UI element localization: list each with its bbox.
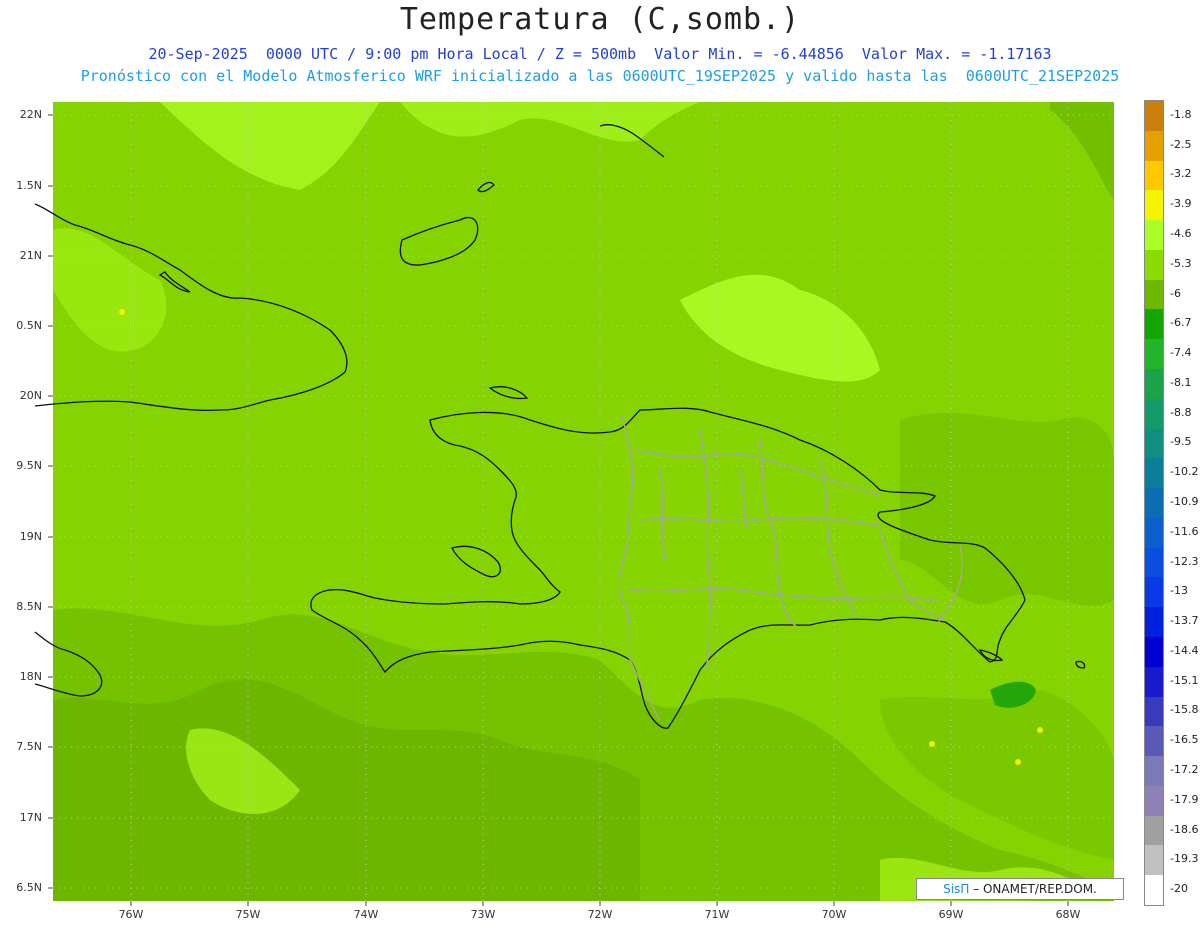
lon-label: 75W bbox=[235, 908, 261, 921]
legend-swatch bbox=[1145, 398, 1163, 430]
lat-label: 6.5N bbox=[16, 881, 42, 894]
legend-swatch bbox=[1145, 458, 1163, 489]
lon-label: 69W bbox=[938, 908, 964, 921]
legend-label: -10.2 bbox=[1170, 465, 1199, 479]
lat-label: 21N bbox=[19, 249, 42, 262]
lat-label: 17N bbox=[19, 811, 42, 824]
lat-label: 22N bbox=[19, 108, 42, 121]
legend-label: -17.2 bbox=[1170, 763, 1199, 776]
lon-label: 72W bbox=[587, 908, 613, 921]
legend-swatch bbox=[1145, 726, 1163, 757]
lon-label: 76W bbox=[118, 908, 144, 921]
lon-label: 68W bbox=[1055, 908, 1081, 921]
legend-label: -16.5 bbox=[1170, 733, 1199, 747]
lat-label: 8.5N bbox=[16, 600, 42, 613]
legend-swatch bbox=[1145, 696, 1163, 727]
lon-label: 70W bbox=[821, 908, 847, 921]
legend-swatch bbox=[1145, 756, 1163, 787]
color-legend bbox=[1144, 100, 1164, 906]
legend-swatch bbox=[1145, 249, 1163, 281]
temperature-map bbox=[34, 102, 1114, 906]
credit-brand: SisΠ bbox=[943, 882, 970, 896]
credit-text: – ONAMET/REP.DOM. bbox=[969, 882, 1097, 896]
legend-label: -8.8 bbox=[1170, 405, 1192, 419]
legend-label: -11.6 bbox=[1170, 524, 1199, 538]
legend-swatch bbox=[1145, 666, 1163, 698]
field-spot-yellow-1 bbox=[929, 741, 935, 747]
legend-label: -8.1 bbox=[1170, 375, 1192, 389]
legend-label: -14.4 bbox=[1170, 643, 1199, 657]
legend-label: -17.9 bbox=[1170, 792, 1199, 806]
legend-label: -3.9 bbox=[1170, 197, 1192, 211]
legend-label: -9.5 bbox=[1170, 435, 1192, 449]
legend-swatch bbox=[1145, 369, 1163, 400]
credit-box: SisΠ – ONAMET/REP.DOM. bbox=[916, 878, 1124, 900]
lat-label: 20N bbox=[19, 389, 42, 402]
legend-swatch bbox=[1145, 517, 1163, 549]
legend-label: -10.9 bbox=[1170, 495, 1199, 508]
legend-swatch bbox=[1145, 428, 1163, 459]
legend-swatch bbox=[1145, 607, 1163, 638]
legend-swatch bbox=[1145, 101, 1163, 132]
legend-swatch bbox=[1145, 220, 1163, 251]
legend-label: -20 bbox=[1170, 882, 1188, 896]
legend-swatch bbox=[1145, 160, 1163, 191]
lat-label: 1.5N bbox=[16, 179, 42, 192]
legend-swatch bbox=[1145, 190, 1163, 221]
legend-label: -2.5 bbox=[1170, 137, 1192, 151]
legend-label: -7.4 bbox=[1170, 346, 1192, 360]
field-spot-yellow-4 bbox=[119, 309, 125, 315]
legend-label: -19.3 bbox=[1170, 852, 1199, 866]
legend-label: -6 bbox=[1170, 286, 1181, 300]
lat-label: 9.5N bbox=[16, 459, 42, 472]
legend-swatch bbox=[1145, 309, 1163, 340]
lat-label: 0.5N bbox=[16, 319, 42, 332]
legend-swatch bbox=[1145, 339, 1163, 370]
legend-swatch bbox=[1145, 785, 1163, 817]
legend-label: -4.6 bbox=[1170, 227, 1192, 240]
legend-swatch bbox=[1145, 845, 1163, 876]
legend-label: -13 bbox=[1170, 584, 1188, 598]
legend-label: -3.2 bbox=[1170, 167, 1192, 181]
legend-swatch bbox=[1145, 279, 1163, 310]
legend-swatch bbox=[1145, 815, 1163, 846]
legend-swatch bbox=[1145, 875, 1163, 906]
legend-swatch bbox=[1145, 488, 1163, 519]
field-spot-yellow-3 bbox=[1015, 759, 1021, 765]
legend-label: -18.6 bbox=[1170, 822, 1199, 836]
legend-label: -1.8 bbox=[1170, 107, 1192, 121]
lat-label: 18N bbox=[19, 670, 42, 683]
legend-label: -5.3 bbox=[1170, 256, 1192, 270]
lat-label: 7.5N bbox=[16, 740, 42, 753]
lat-label: 19N bbox=[19, 530, 42, 543]
field-spot-yellow-2 bbox=[1037, 727, 1043, 733]
lon-label: 71W bbox=[704, 908, 730, 921]
legend-label: -15.8 bbox=[1170, 703, 1199, 717]
legend-label: -6.7 bbox=[1170, 316, 1192, 330]
lon-label: 73W bbox=[470, 908, 496, 921]
legend-swatch bbox=[1145, 130, 1163, 162]
legend-label: -12.3 bbox=[1170, 554, 1199, 568]
legend-label: -15.1 bbox=[1170, 673, 1199, 687]
legend-label: -13.7 bbox=[1170, 614, 1199, 628]
lon-label: 74W bbox=[353, 908, 379, 921]
legend-swatch bbox=[1145, 637, 1163, 668]
legend-swatch bbox=[1145, 547, 1163, 578]
legend-swatch bbox=[1145, 577, 1163, 608]
